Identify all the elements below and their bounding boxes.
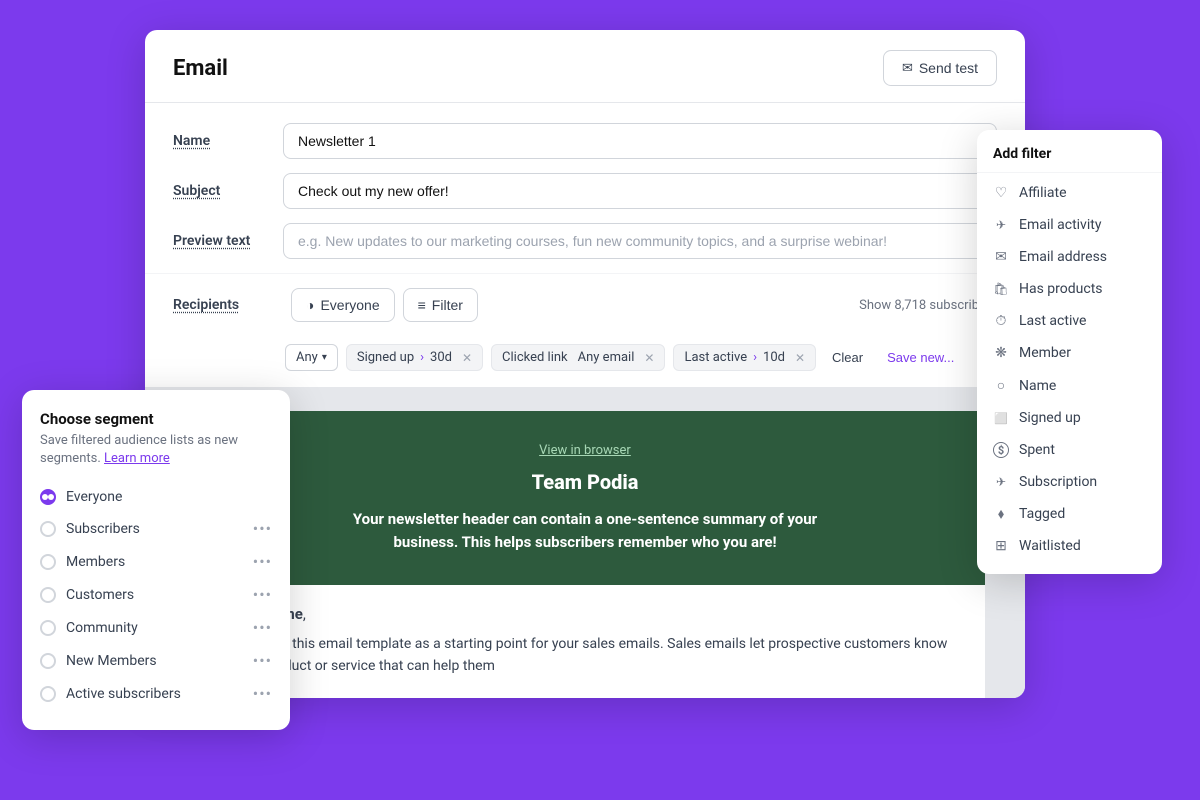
more-options-icon[interactable]: ••• xyxy=(253,519,272,538)
filter-option-signed-up[interactable]: Signed up xyxy=(977,402,1162,434)
segment-panel-desc: Save filtered audience lists as new segm… xyxy=(40,432,272,468)
person-icon xyxy=(993,377,1009,394)
filter-option-subscription[interactable]: Subscription xyxy=(977,466,1162,498)
radio-new-members xyxy=(40,653,56,669)
name-label: Name xyxy=(173,133,283,149)
segment-panel-title: Choose segment xyxy=(40,410,272,428)
preview-text-label: Preview text xyxy=(173,233,283,249)
more-options-icon[interactable]: ••• xyxy=(253,618,272,637)
filter-option-email-activity[interactable]: Email activity xyxy=(977,209,1162,241)
radio-members xyxy=(40,554,56,570)
filter-tag-label: Last active xyxy=(684,350,747,365)
subject-row: Subject xyxy=(173,173,997,209)
segment-item-everyone[interactable]: Everyone xyxy=(40,482,272,512)
email-card-header: Email ✉ Send test xyxy=(145,30,1025,103)
close-icon[interactable]: ✕ xyxy=(462,351,472,365)
close-icon[interactable]: ✕ xyxy=(795,351,805,365)
subscription-icon xyxy=(993,474,1009,490)
clear-button[interactable]: Clear xyxy=(824,345,871,370)
filter-tags-row: Any ▾ Signed up › 30d ✕ Clicked link Any… xyxy=(145,336,1025,387)
filter-tag-label: Clicked link xyxy=(502,350,568,365)
filter-option-email-address[interactable]: Email address xyxy=(977,241,1162,273)
send-test-button[interactable]: ✉ Send test xyxy=(883,50,997,86)
list-icon xyxy=(993,538,1009,554)
more-options-icon[interactable]: ••• xyxy=(253,552,272,571)
email-title: Email xyxy=(173,56,228,81)
filter-tag-clicked-link: Clicked link Any email ✕ xyxy=(491,344,665,371)
filter-option-tagged[interactable]: Tagged xyxy=(977,498,1162,530)
send-icon: ✉ xyxy=(902,60,913,76)
preview-header: View in browser Team Podia Your newslett… xyxy=(185,411,985,585)
add-filter-title: Add filter xyxy=(977,146,1162,173)
filter-tag-value: Any email xyxy=(578,350,635,365)
save-new-button[interactable]: Save new... xyxy=(879,345,962,370)
email-body: Hi First name, You can use this email te… xyxy=(185,585,985,698)
name-row: Name xyxy=(173,123,997,159)
segment-item-subscribers[interactable]: Subscribers ••• xyxy=(40,512,272,545)
tag-icon xyxy=(993,506,1009,522)
radio-active-subscribers xyxy=(40,686,56,702)
segment-item-community[interactable]: Community ••• xyxy=(40,611,272,644)
heart-icon xyxy=(993,185,1009,201)
subject-label: Subject xyxy=(173,183,283,199)
everyone-button[interactable]: Everyone xyxy=(291,288,395,322)
segment-item-members[interactable]: Members ••• xyxy=(40,545,272,578)
body-paragraph: You can use this email template as a sta… xyxy=(213,633,957,678)
paper-plane-icon xyxy=(993,217,1009,233)
chevron-down-icon: ▾ xyxy=(322,352,327,363)
filter-option-spent[interactable]: Spent xyxy=(977,434,1162,466)
more-options-icon[interactable]: ••• xyxy=(253,585,272,604)
filter-option-member[interactable]: Member xyxy=(977,337,1162,369)
calendar-icon xyxy=(993,410,1009,426)
envelope-icon xyxy=(993,249,1009,265)
dollar-icon xyxy=(993,442,1009,458)
filter-tag-last-active: Last active › 10d ✕ xyxy=(673,344,816,371)
preview-header-text: Your newsletter header can contain a one… xyxy=(335,508,835,553)
clock-icon xyxy=(993,313,1009,329)
segment-panel: Choose segment Save filtered audience li… xyxy=(22,390,290,730)
view-in-browser-link[interactable]: View in browser xyxy=(225,443,945,458)
learn-more-link[interactable]: Learn more xyxy=(104,451,170,466)
filter-option-last-active[interactable]: Last active xyxy=(977,305,1162,337)
segment-item-customers[interactable]: Customers ••• xyxy=(40,578,272,611)
filter-option-name[interactable]: Name xyxy=(977,369,1162,402)
member-icon xyxy=(993,345,1009,361)
add-filter-panel: Add filter Affiliate Email activity Emai… xyxy=(977,130,1162,574)
hi-line: Hi First name, xyxy=(213,605,957,623)
filter-option-has-products[interactable]: Has products xyxy=(977,273,1162,305)
company-name: Team Podia xyxy=(225,470,945,494)
filter-tag-operator: › xyxy=(753,350,757,365)
bag-icon xyxy=(993,281,1009,297)
preview-text-row: Preview text xyxy=(173,223,997,259)
filter-tag-value: 10d xyxy=(763,350,785,365)
pie-icon xyxy=(306,297,314,313)
filter-tag-value: 30d xyxy=(430,350,452,365)
form-section: Name Subject Preview text xyxy=(145,103,1025,259)
filter-tag-label: Signed up xyxy=(357,350,414,365)
more-options-icon[interactable]: ••• xyxy=(253,651,272,670)
radio-customers xyxy=(40,587,56,603)
segment-item-active-subscribers[interactable]: Active subscribers ••• xyxy=(40,677,272,710)
any-dropdown[interactable]: Any ▾ xyxy=(285,344,338,371)
preview-text-input[interactable] xyxy=(283,223,997,259)
recipients-label: Recipients xyxy=(173,297,283,313)
subject-input[interactable] xyxy=(283,173,997,209)
radio-everyone xyxy=(40,489,56,505)
radio-subscribers xyxy=(40,521,56,537)
filter-button[interactable]: Filter xyxy=(403,288,478,322)
filter-tag-operator: › xyxy=(420,350,424,365)
filter-icon xyxy=(418,297,426,313)
name-input[interactable] xyxy=(283,123,997,159)
recipients-row: Recipients Everyone Filter Show 8,718 su… xyxy=(145,273,1025,336)
filter-tag-signed-up: Signed up › 30d ✕ xyxy=(346,344,483,371)
filter-option-waitlisted[interactable]: Waitlisted xyxy=(977,530,1162,562)
close-icon[interactable]: ✕ xyxy=(644,351,654,365)
filter-option-affiliate[interactable]: Affiliate xyxy=(977,177,1162,209)
more-options-icon[interactable]: ••• xyxy=(253,684,272,703)
radio-community xyxy=(40,620,56,636)
segment-item-new-members[interactable]: New Members ••• xyxy=(40,644,272,677)
